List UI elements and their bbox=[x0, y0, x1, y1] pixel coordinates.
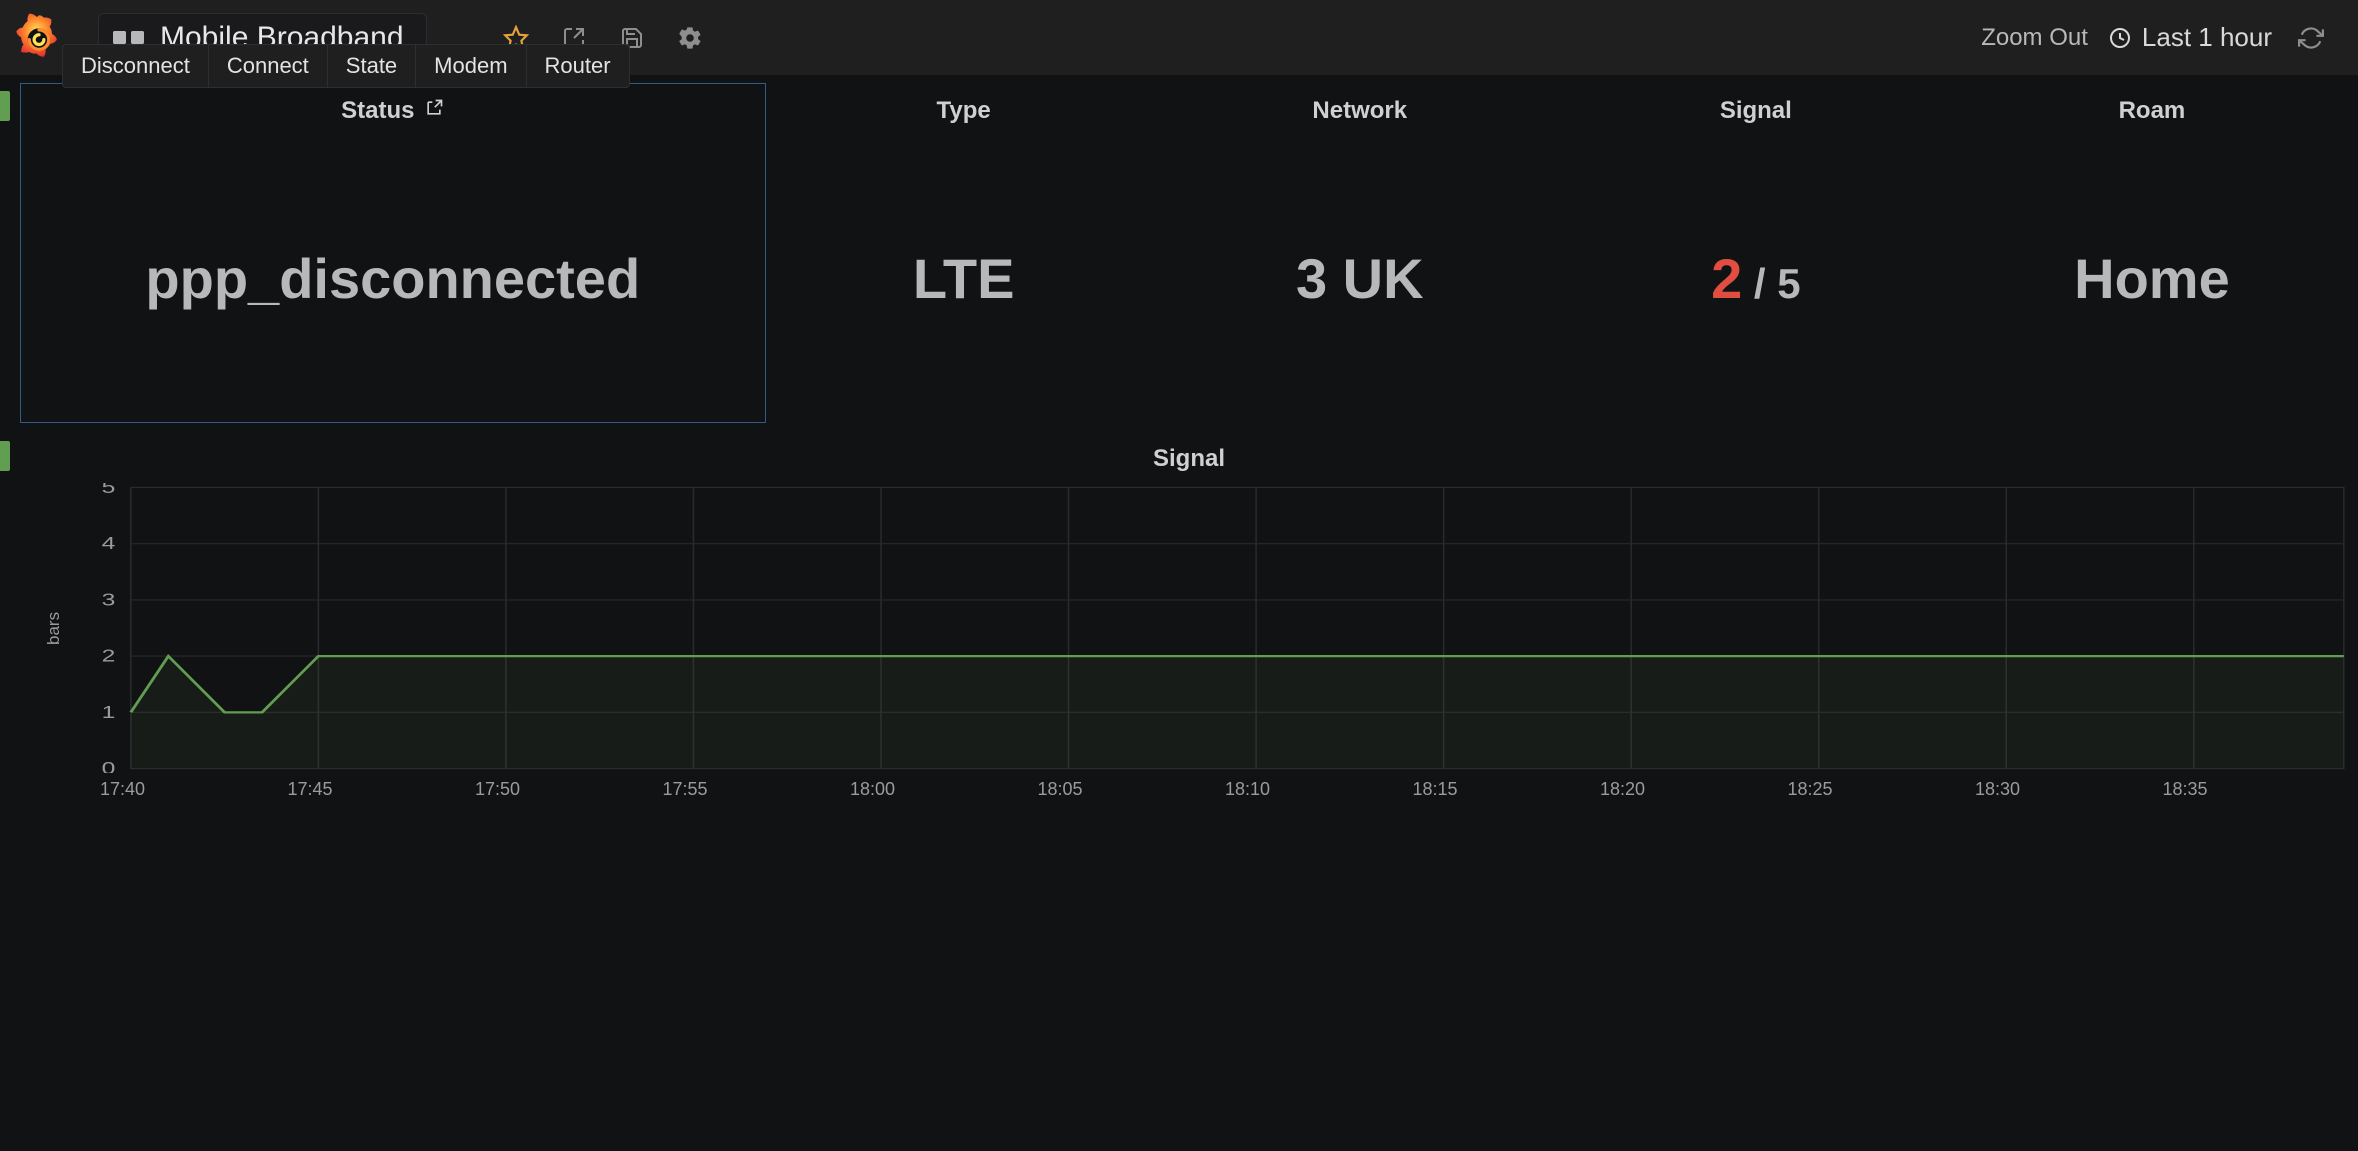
row-handle[interactable] bbox=[0, 441, 10, 471]
router-button[interactable]: Router bbox=[526, 44, 630, 88]
roam-value: Home bbox=[2074, 246, 2230, 311]
svg-text:5: 5 bbox=[102, 483, 116, 497]
panel-status[interactable]: Status ppp_disconnected bbox=[20, 83, 766, 423]
x-tick: 18:35 bbox=[2163, 779, 2351, 800]
clock-icon bbox=[2108, 26, 2132, 50]
x-tick: 18:25 bbox=[1788, 779, 1976, 800]
x-tick: 17:50 bbox=[475, 779, 663, 800]
network-value: 3 UK bbox=[1296, 246, 1424, 311]
x-tick: 17:45 bbox=[288, 779, 476, 800]
type-value: LTE bbox=[913, 246, 1015, 311]
x-tick: 18:05 bbox=[1038, 779, 1226, 800]
x-tick: 18:15 bbox=[1413, 779, 1601, 800]
x-tick: 17:55 bbox=[663, 779, 851, 800]
state-button[interactable]: State bbox=[327, 44, 416, 88]
panel-title-status: Status bbox=[341, 97, 414, 125]
signal-value: 2 / 5 bbox=[1711, 246, 1801, 311]
panel-title-signal: Signal bbox=[1720, 97, 1792, 125]
x-tick: 18:20 bbox=[1600, 779, 1788, 800]
chart-plot[interactable]: 0 1 2 3 4 5 bbox=[66, 483, 2350, 773]
svg-text:3: 3 bbox=[102, 590, 116, 610]
x-tick: 18:10 bbox=[1225, 779, 1413, 800]
panel-title-roam: Roam bbox=[2119, 97, 2186, 125]
refresh-icon[interactable] bbox=[2292, 19, 2330, 57]
popout-icon[interactable] bbox=[424, 97, 444, 125]
stats-row: Status ppp_disconnected Type LTE Network… bbox=[0, 83, 2358, 423]
svg-text:0: 0 bbox=[102, 758, 116, 773]
svg-text:4: 4 bbox=[102, 534, 116, 554]
panel-network[interactable]: Network 3 UK bbox=[1162, 83, 1558, 423]
time-range-label: Last 1 hour bbox=[2142, 22, 2272, 53]
chart-row: Signal bars 012345 17:4017:4517:5017:551… bbox=[0, 441, 2358, 800]
x-tick: 18:00 bbox=[850, 779, 1038, 800]
panel-title-network: Network bbox=[1312, 97, 1407, 125]
disconnect-button[interactable]: Disconnect bbox=[62, 44, 209, 88]
y-axis-label: bars bbox=[42, 483, 66, 773]
x-axis: 17:4017:4517:5017:5518:0018:0518:1018:15… bbox=[28, 779, 2350, 800]
chart-title: Signal bbox=[28, 441, 2350, 483]
x-tick: 17:40 bbox=[100, 779, 288, 800]
connect-button[interactable]: Connect bbox=[208, 44, 328, 88]
panel-title-type: Type bbox=[937, 97, 991, 125]
row-handle[interactable] bbox=[0, 91, 10, 121]
settings-icon[interactable] bbox=[671, 19, 709, 57]
zoom-out-button[interactable]: Zoom Out bbox=[1981, 24, 2088, 52]
panel-signal[interactable]: Signal 2 / 5 bbox=[1558, 83, 1954, 423]
status-value: ppp_disconnected bbox=[145, 246, 640, 311]
panel-type[interactable]: Type LTE bbox=[766, 83, 1162, 423]
modem-button[interactable]: Modem bbox=[415, 44, 526, 88]
dashboard-grid-icon bbox=[113, 31, 144, 44]
panel-roam[interactable]: Roam Home bbox=[1954, 83, 2350, 423]
svg-text:2: 2 bbox=[102, 646, 116, 666]
x-tick: 18:30 bbox=[1975, 779, 2163, 800]
time-range-picker[interactable]: Last 1 hour bbox=[2108, 22, 2272, 53]
svg-text:1: 1 bbox=[102, 702, 116, 722]
action-button-row: Disconnect Connect State Modem Router bbox=[62, 44, 630, 88]
